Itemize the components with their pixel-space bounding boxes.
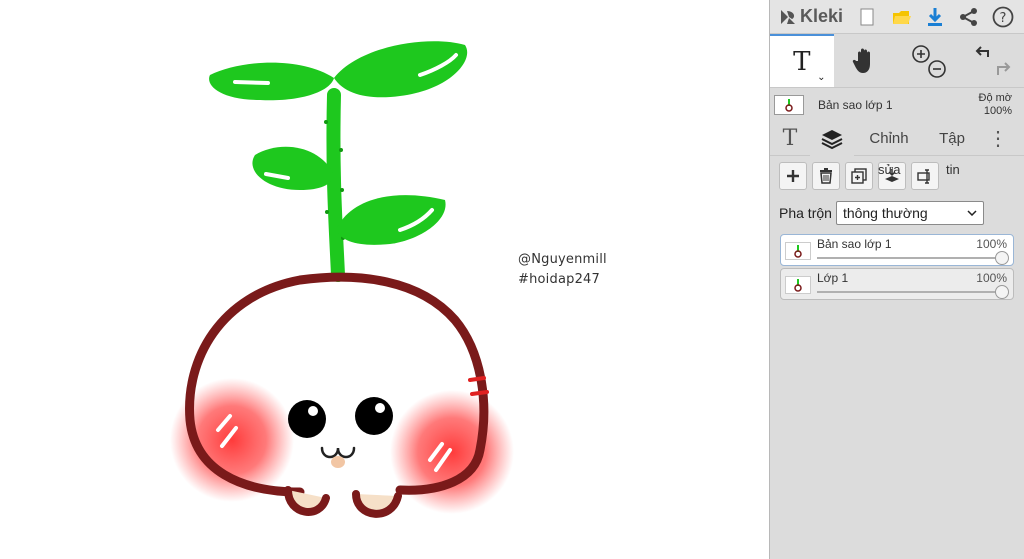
help-icon: ? <box>992 6 1014 27</box>
app-name: Kleki <box>800 6 844 26</box>
opacity-label: Độ mờ <box>978 92 1013 104</box>
blend-mode-label: Pha trộn <box>779 205 832 221</box>
download-button[interactable] <box>918 0 952 34</box>
opacity-value: 100% <box>983 105 1012 117</box>
watermark-text: @Nguyenmill #hoidap247 <box>518 250 607 290</box>
layer-preview-icon <box>794 279 802 292</box>
undo-redo-icon[interactable] <box>972 43 1012 79</box>
right-panel: Kleki ? T ⌄ Bản sao lớp 1 Độ mờ 100% T C… <box>769 0 1024 559</box>
open-file-button[interactable] <box>884 0 918 34</box>
blend-mode-select[interactable]: thông thường <box>835 201 984 225</box>
layers-icon <box>821 129 843 149</box>
rename-icon <box>917 169 930 184</box>
layer-opacity-track[interactable] <box>817 257 1003 259</box>
top-bar: Kleki ? <box>770 0 1024 34</box>
download-icon <box>928 7 942 26</box>
open-folder-icon <box>893 10 911 24</box>
blend-mode-row: Pha trộn thông thường <box>770 196 1024 230</box>
blend-mode-value: thông thường <box>842 205 928 221</box>
opacity-display[interactable]: Độ mờ 100% <box>979 92 1013 118</box>
trash-icon <box>820 168 832 184</box>
undo-redo-buttons <box>961 34 1024 87</box>
layer-name: Lớp 1 <box>817 271 849 285</box>
share-icon <box>960 7 977 26</box>
panel-tabs: T Chỉnh Tập ⋮ <box>770 121 1024 156</box>
watermark-line-1: @Nguyenmill <box>518 252 607 267</box>
layer-item-lop-1[interactable]: Lớp 1 100% <box>780 268 1014 300</box>
new-image-icon <box>860 8 874 25</box>
tab-text-settings[interactable]: T <box>770 122 810 156</box>
layer-preview-icon <box>794 245 802 258</box>
text-tool-button[interactable]: T ⌄ <box>770 34 834 87</box>
layer-thumbnail <box>785 276 811 294</box>
watermark-line-2: #hoidap247 <box>518 272 600 287</box>
rename-layer-button[interactable] <box>911 162 939 190</box>
kleki-logo[interactable]: Kleki <box>770 0 850 34</box>
text-tool-icon: T <box>793 46 811 77</box>
layer-preview-icon <box>785 99 793 112</box>
edit-action-label: sửa <box>878 162 901 177</box>
layer-thumbnail <box>774 95 804 115</box>
layer-name: Bản sao lớp 1 <box>817 237 892 251</box>
chevron-down-icon[interactable]: ⌄ <box>817 72 825 83</box>
duplicate-icon <box>851 168 867 184</box>
tab-layers[interactable] <box>810 121 854 156</box>
info-action-label: tin <box>946 162 960 177</box>
delete-layer-button[interactable] <box>812 162 840 190</box>
current-layer-name: Bản sao lớp 1 <box>818 98 893 112</box>
layer-actions: sửa tin <box>770 156 1024 196</box>
layer-opacity-track[interactable] <box>817 291 1003 293</box>
layer-list: Bản sao lớp 1 100% Lớp 1 100% <box>770 230 1024 300</box>
new-image-button[interactable] <box>850 0 884 34</box>
tab-edit[interactable]: Chỉnh <box>854 122 924 156</box>
zoom-buttons <box>897 34 961 87</box>
add-layer-button[interactable] <box>779 162 807 190</box>
chevron-down-icon <box>967 210 977 216</box>
more-menu-icon[interactable]: ⋮ <box>980 122 1016 156</box>
hand-tool-button[interactable] <box>834 34 898 87</box>
layer-thumbnail <box>785 242 811 260</box>
current-layer-info: Bản sao lớp 1 Độ mờ 100% <box>770 88 1024 122</box>
tool-row: T ⌄ <box>770 34 1024 88</box>
tab-file[interactable]: Tập <box>924 122 980 156</box>
share-button[interactable] <box>952 0 986 34</box>
hand-icon <box>853 48 871 73</box>
layer-item-ban-sao-lop-1[interactable]: Bản sao lớp 1 100% <box>780 234 1014 266</box>
layer-opacity: 100% <box>976 237 1007 251</box>
drawing-canvas[interactable]: @Nguyenmill #hoidap247 <box>0 0 769 559</box>
layer-opacity-slider-handle[interactable] <box>995 251 1009 265</box>
kleki-bird-icon <box>781 9 795 24</box>
drawing-artwork <box>170 41 514 518</box>
layer-opacity-slider-handle[interactable] <box>995 285 1009 299</box>
plus-icon <box>787 170 799 182</box>
duplicate-layer-button[interactable] <box>845 162 873 190</box>
layer-opacity: 100% <box>976 271 1007 285</box>
zoom-in-out-icon[interactable] <box>909 43 949 79</box>
svg-text:?: ? <box>1000 11 1007 26</box>
help-button[interactable]: ? <box>986 0 1020 34</box>
